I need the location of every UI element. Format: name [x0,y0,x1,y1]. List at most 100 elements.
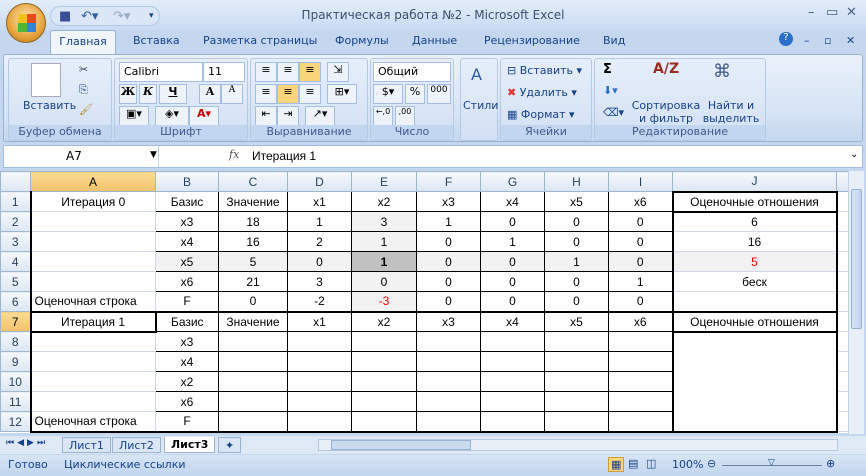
cell-f5[interactable]: 0 [416,271,481,292]
cell-j4[interactable]: 5 [671,251,838,272]
normal-view-icon[interactable]: ▦ [608,457,625,472]
cell-j7[interactable]: Оценочные отношения [671,310,838,333]
align-top-button[interactable]: ≡ [255,62,277,82]
cell-d10[interactable] [287,371,352,392]
expand-formula-bar-icon[interactable]: ⌄ [850,149,858,160]
cut-icon[interactable]: ✂ [79,63,88,76]
row-header-4[interactable]: 4 [0,251,31,272]
cell-c2[interactable]: 18 [218,211,288,232]
cell-b1[interactable]: Базис [155,191,219,212]
cell-g10[interactable] [480,371,545,392]
column-header-e[interactable]: E [351,171,417,192]
column-header-a[interactable]: A [30,171,156,192]
cell-g11[interactable] [480,391,545,412]
horizontal-scroll-thumb[interactable] [331,440,471,450]
minimize-icon[interactable]: – [808,5,815,20]
cell-f6[interactable]: 0 [416,291,481,312]
font-size-select[interactable]: 11 [203,62,245,82]
cell-d1[interactable]: x1 [287,191,352,212]
cell-a6[interactable]: Оценочная строка [29,291,156,312]
cell-f8[interactable] [416,331,481,352]
cell-c9[interactable] [218,351,288,372]
insert-sheet-icon[interactable]: ✦ [218,437,242,453]
cell-d9[interactable] [287,351,352,372]
row-header-11[interactable]: 11 [0,391,31,412]
column-header-i[interactable]: I [608,171,673,192]
accounting-format-button[interactable]: $▾ [373,84,403,104]
cell-e3[interactable]: 1 [351,231,417,252]
cell-k7[interactable] [836,311,849,332]
cell-f12[interactable] [416,411,481,433]
undo-icon[interactable]: ↶▾ [81,9,98,24]
row-header-12[interactable]: 12 [0,411,31,432]
cell-e4[interactable]: 1 [351,251,417,272]
cell-h2[interactable]: 0 [544,211,609,232]
cell-j6[interactable] [671,291,838,313]
cell-a4[interactable] [29,251,156,272]
status-circular-references[interactable]: Циклические ссылки [64,458,186,471]
cell-d12[interactable] [287,411,352,433]
cell-h11[interactable] [544,391,609,412]
cell-k10[interactable] [836,371,849,392]
italic-button[interactable]: К [139,84,157,104]
cell-j1[interactable]: Оценочные отношения [671,190,838,213]
row-header-7[interactable]: 7 [0,311,31,332]
cell-f9[interactable] [416,351,481,372]
redo-icon[interactable]: ↷▾ [113,9,130,24]
cell-j5[interactable]: беск [671,271,838,292]
fill-color-button[interactable]: ◈▾ [155,106,189,126]
cell-e2[interactable]: 3 [351,211,417,232]
cell-h10[interactable] [544,371,609,392]
decrease-decimal-button[interactable]: ,00 [395,106,415,126]
cell-a11[interactable] [29,391,156,412]
name-box-dropdown-icon[interactable]: ▼ [150,150,157,160]
cell-f4[interactable]: 0 [416,251,481,272]
cell-i7[interactable]: x6 [608,310,673,332]
cell-i12[interactable] [608,411,673,433]
horizontal-scrollbar[interactable] [318,439,838,451]
cell-i10[interactable] [608,371,673,392]
cell-b3[interactable]: x4 [155,231,219,252]
cell-d7[interactable]: x1 [287,310,352,332]
tab-home[interactable]: Главная [50,30,116,55]
cell-g3[interactable]: 1 [480,231,545,252]
cell-f1[interactable]: x3 [416,191,481,212]
cell-a1[interactable]: Итерация 0 [29,191,156,212]
cell-e10[interactable] [351,371,417,392]
cell-i11[interactable] [608,391,673,412]
ribbon-close-icon[interactable]: ✕ [846,34,855,47]
cell-g6[interactable]: 0 [480,291,545,312]
cell-g2[interactable]: 0 [480,211,545,232]
cell-j2[interactable]: 6 [671,211,838,232]
cell-a5[interactable] [29,271,156,292]
cell-c12[interactable] [218,411,288,433]
maximize-icon[interactable]: ▭ [826,5,838,20]
increase-indent-button[interactable]: ⇥ [277,106,299,126]
column-header-d[interactable]: D [287,171,352,192]
cell-e7[interactable]: x2 [351,310,417,332]
cell-a7[interactable]: Итерация 1 [29,310,157,333]
cell-g12[interactable] [480,411,545,433]
cell-j8[interactable] [671,331,838,352]
cell-b2[interactable]: x3 [155,211,219,232]
delete-cells-button[interactable]: ✖ Удалить ▾ [507,86,577,99]
cell-k11[interactable] [836,391,849,412]
cell-a9[interactable] [29,351,156,372]
cell-g5[interactable]: 0 [480,271,545,292]
cell-a3[interactable] [29,231,156,252]
cell-h1[interactable]: x5 [544,191,609,212]
cell-d5[interactable]: 3 [287,271,352,292]
column-header-g[interactable]: G [480,171,545,192]
cell-c7[interactable]: Значение [218,310,288,332]
format-painter-icon[interactable]: 🖌 [79,103,93,116]
paste-button[interactable]: Вставить [23,99,76,112]
cell-b8[interactable]: x3 [155,331,219,352]
column-header-h[interactable]: H [544,171,609,192]
cell-d11[interactable] [287,391,352,412]
cell-d6[interactable]: -2 [287,291,352,312]
page-layout-view-icon[interactable]: ▤ [628,457,638,470]
wrap-text-button[interactable]: ⇲ [327,62,349,82]
bold-button[interactable]: Ж [119,84,137,104]
cell-c10[interactable] [218,371,288,392]
merge-center-button[interactable]: ⊞▾ [327,84,357,104]
